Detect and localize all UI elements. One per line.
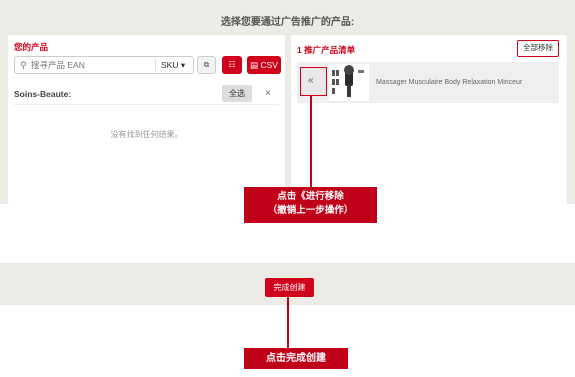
divider xyxy=(14,104,279,105)
double-chevron-left-icon: « xyxy=(308,75,314,86)
callout-text-line2: （撤销上一步操作） xyxy=(267,205,354,216)
file-icon: ▤ xyxy=(250,60,259,70)
list-view-button[interactable]: ☷ xyxy=(222,56,242,74)
callout-connector-line xyxy=(310,96,312,187)
search-type-select[interactable]: SKU ▾ xyxy=(161,60,185,71)
promoted-products-panel: 1 推广产品清单 全部移除 « Massager Musculaire Body… xyxy=(291,35,567,204)
your-products-title: 您的产品 xyxy=(14,42,49,52)
finish-instruction-callout: 点击完成创建 xyxy=(244,348,348,369)
move-back-button[interactable]: « xyxy=(300,67,327,96)
remove-instruction-callout: 点击《进行移除 （撤销上一步操作） xyxy=(244,187,377,223)
product-name: Massager Musculaire Body Relaxation Minc… xyxy=(376,79,523,86)
search-icon: ⚲ xyxy=(20,60,27,70)
copy-icon: ⧉ xyxy=(203,60,210,69)
remove-all-button[interactable]: 全部移除 xyxy=(517,40,559,57)
callout-text-line1: 点击《进行移除 xyxy=(277,191,344,202)
page-heading: 选择您要通过广告推广的产品: xyxy=(220,17,355,28)
product-search-input[interactable] xyxy=(31,58,151,72)
select-all-button[interactable]: 全选 xyxy=(222,85,252,102)
search-divider xyxy=(155,59,156,71)
callout-connector-line xyxy=(287,297,289,348)
promoted-products-title: 1 推广产品清单 xyxy=(297,45,356,55)
copy-button[interactable]: ⧉ xyxy=(197,56,216,74)
product-thumbnail xyxy=(329,64,369,101)
empty-results-message: 没有找到任何结果。 xyxy=(110,130,183,139)
finish-create-button[interactable]: 完成创建 xyxy=(265,278,314,297)
list-item: « Massager Musculaire Body Relaxation Mi… xyxy=(297,62,559,103)
list-icon: ☷ xyxy=(228,60,236,69)
category-label: Soins-Beaute: xyxy=(14,89,72,99)
close-icon[interactable]: × xyxy=(259,85,277,102)
csv-label: CSV xyxy=(260,60,278,70)
your-products-panel: 您的产品 ⚲ SKU ▾ ⧉ ☷ ▤ CSV Soins-Beaute: 全选 … xyxy=(8,35,285,204)
product-search-box[interactable]: ⚲ SKU ▾ xyxy=(14,56,194,74)
csv-import-button[interactable]: ▤ CSV xyxy=(247,56,281,74)
